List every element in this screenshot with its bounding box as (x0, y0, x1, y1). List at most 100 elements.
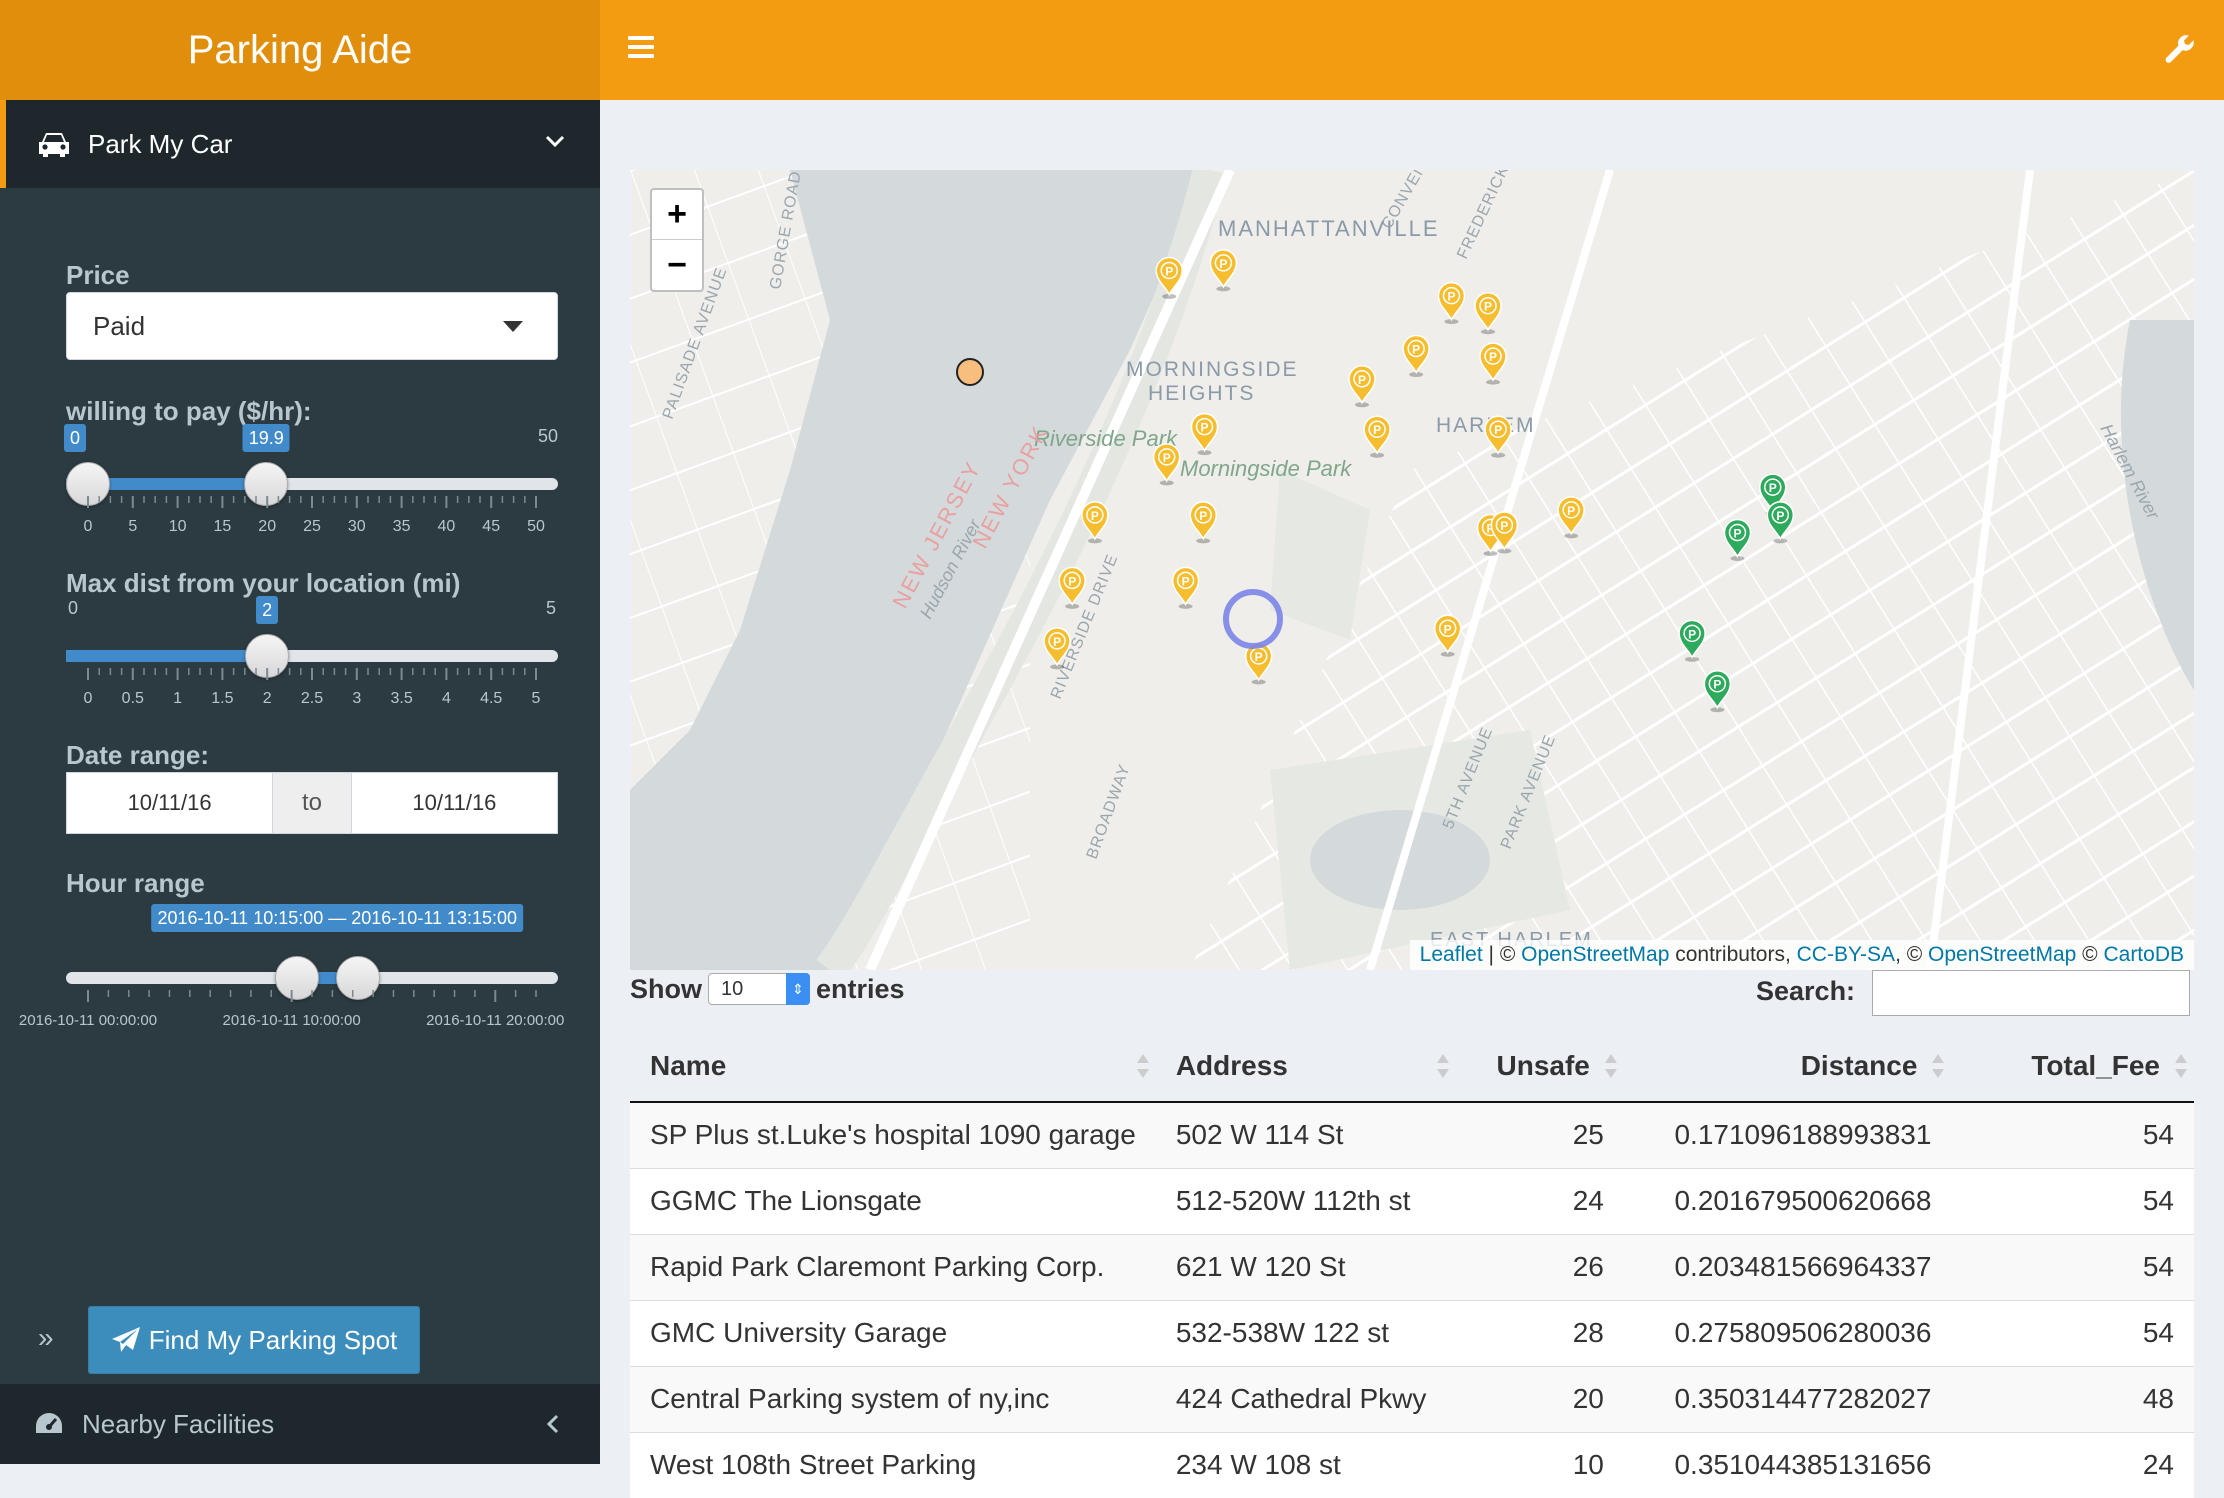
cell-name: Central Parking system of ny,inc (630, 1365, 1156, 1432)
slider-tick-labels: 0 0.5 1 1.5 2 2.5 3 3.5 4 4.5 5 (66, 690, 558, 710)
attribution-text: | © (1482, 943, 1522, 966)
sort-icon (1604, 1054, 1617, 1078)
marker-glyph: P (1567, 504, 1575, 518)
cell-unsafe: 10 (1456, 1431, 1624, 1498)
sort-icon (1932, 1054, 1945, 1078)
osm-link-2[interactable]: OpenStreetMap (1928, 943, 2076, 966)
entries-select-value: 10 (721, 977, 744, 1000)
cc-by-sa-link[interactable]: CC-BY-SA (1797, 943, 1895, 966)
price-label: Price (66, 260, 130, 290)
date-range-label: Date range: (66, 740, 210, 770)
zoom-in-button[interactable]: + (652, 190, 702, 240)
slider-tick-label: 35 (392, 518, 411, 535)
slider-tick-label: 1.5 (211, 690, 234, 707)
header-label: Distance (1800, 1049, 1918, 1081)
price-select[interactable]: Paid (66, 292, 558, 360)
header-label: Total_Fee (2031, 1049, 2160, 1081)
col-header-unsafe[interactable]: Unsafe (1456, 1030, 1624, 1103)
menu-item-nearby-facilities[interactable]: Nearby Facilities (0, 1384, 600, 1464)
hour-range-label: Hour range (66, 868, 205, 898)
slider-tick-label: 2 (262, 690, 272, 707)
osm-link[interactable]: OpenStreetMap (1521, 943, 1669, 966)
find-parking-button[interactable]: Find My Parking Spot (88, 1306, 420, 1374)
paper-plane-icon (111, 1327, 140, 1352)
marker-glyph: P (1444, 622, 1452, 636)
col-header-name[interactable]: Name (630, 1030, 1156, 1103)
slider-tick-label: 0 (83, 518, 93, 535)
map-label: HEIGHTS (1148, 382, 1255, 405)
map-label: Morningside Park (1180, 456, 1352, 481)
select-arrows-icon: ⇕ (786, 973, 810, 1005)
marker-glyph: P (1412, 343, 1420, 357)
table-row[interactable]: West 108th Street Parking 234 W 108 st 10 0… (630, 1431, 2194, 1498)
collapse-chevrons-icon[interactable]: » (38, 1322, 54, 1354)
header-label: Unsafe (1496, 1049, 1590, 1081)
col-header-address[interactable]: Address (1155, 1030, 1457, 1103)
marker-glyph: P (1053, 635, 1061, 649)
slider-tick-label: 2016-10-11 10:00:00 (222, 1012, 361, 1029)
slider-tick-label: 5 (531, 690, 541, 707)
cell-total-fee: 48 (1951, 1365, 2194, 1432)
app-logo-title[interactable]: Parking Aide (0, 0, 600, 100)
cell-address: 512-520W 112th st (1155, 1167, 1457, 1234)
entries-select[interactable]: 10 ⇕ (708, 973, 810, 1005)
marker-glyph: P (1219, 257, 1227, 271)
dist-slider[interactable]: 0 5 2 0 0.5 1 1.5 2 2.5 3 3.5 4 4.5 5 (66, 596, 558, 722)
show-label: Show (630, 973, 702, 1004)
table-row[interactable]: GMC University Garage 532-538W 122 st 28 0.… (630, 1299, 2194, 1366)
cell-distance: 0.171096188993831 (1623, 1101, 1952, 1168)
date-end-input[interactable]: 10/11/16 (350, 772, 558, 834)
hour-range-slider[interactable]: 2016-10-11 10:15:00 — 2016-10-11 13:15:0… (19, 904, 564, 1044)
dist-slider-value-label: 2 (256, 596, 279, 624)
table-row[interactable]: GGMC The Lionsgate 512-520W 112th st 24 0.2… (630, 1167, 2194, 1234)
date-start-input[interactable]: 10/11/16 (66, 772, 274, 834)
header-label: Name (650, 1049, 727, 1081)
pay-slider-min-label: 0 (64, 424, 87, 452)
pay-slider-value-label: 19.9 (242, 424, 290, 452)
slider-tick-label: 5 (128, 518, 138, 535)
menu-item-park-my-car[interactable]: Park My Car (0, 100, 600, 188)
leaflet-link[interactable]: Leaflet (1420, 943, 1483, 966)
caret-down-icon (503, 321, 523, 332)
marker-glyph: P (1489, 350, 1497, 364)
cell-name: West 108th Street Parking (630, 1431, 1156, 1498)
pay-slider[interactable]: 0 50 19.9 0 5 10 15 20 25 30 35 40 45 50 (64, 424, 558, 550)
cell-address: 424 Cathedral Pkwy (1155, 1365, 1457, 1432)
marker-glyph: P (1199, 509, 1207, 523)
map[interactable]: MANHATTANVILLE MORNINGSIDE HEIGHTS HARLE… (630, 170, 2194, 970)
cell-unsafe: 26 (1456, 1233, 1624, 1300)
table-row[interactable]: SP Plus st.Luke's hospital 1090 garage 50… (630, 1101, 2194, 1168)
slider-fill (66, 650, 268, 662)
zoom-out-button[interactable]: − (652, 240, 702, 290)
cartodb-link[interactable]: CartoDB (2103, 943, 2184, 966)
slider-tick-label: 3.5 (390, 690, 413, 707)
col-header-total-fee[interactable]: Total_Fee (1951, 1030, 2194, 1103)
slider-tick-label: 40 (437, 518, 456, 535)
sort-icon (1437, 1054, 1450, 1078)
map-label: Riverside Park (1034, 426, 1178, 451)
cell-address: 502 W 114 St (1155, 1101, 1457, 1168)
cell-distance: 0.275809506280036 (1623, 1299, 1952, 1366)
slider-tick-label: 50 (527, 518, 545, 535)
marker-glyph: P (1447, 290, 1455, 304)
cell-total-fee: 24 (1951, 1431, 2194, 1498)
slider-tick-label: 3 (352, 690, 362, 707)
chevron-down-icon (545, 135, 565, 148)
cell-address: 621 W 120 St (1155, 1233, 1457, 1300)
park-my-car-panel: Price Paid willing to pay ($/hr): 0 50 1… (0, 188, 600, 1384)
map-tiles[interactable]: MANHATTANVILLE MORNINGSIDE HEIGHTS HARLE… (630, 170, 2194, 970)
marker-glyph: P (1769, 481, 1777, 495)
sort-icon (2175, 1054, 2187, 1078)
search-input[interactable] (1872, 970, 2190, 1016)
menu-item-label: Park My Car (88, 128, 233, 159)
table-row[interactable]: Rapid Park Claremont Parking Corp. 621 W … (630, 1233, 2194, 1300)
sidebar-toggle-icon[interactable] (628, 36, 654, 58)
wrench-icon[interactable] (2162, 32, 2198, 68)
cell-address: 234 W 108 st (1155, 1431, 1457, 1498)
table-row[interactable]: Central Parking system of ny,inc 424 Cath… (630, 1365, 2194, 1432)
col-header-distance[interactable]: Distance (1623, 1030, 1952, 1103)
marker-glyph: P (1713, 678, 1721, 692)
marker-glyph: P (1494, 423, 1502, 437)
slider-tick-label: 2016-10-11 00:00:00 (18, 1012, 158, 1029)
sidebar: Park My Car Price Paid willing to pay ($… (0, 100, 600, 1464)
